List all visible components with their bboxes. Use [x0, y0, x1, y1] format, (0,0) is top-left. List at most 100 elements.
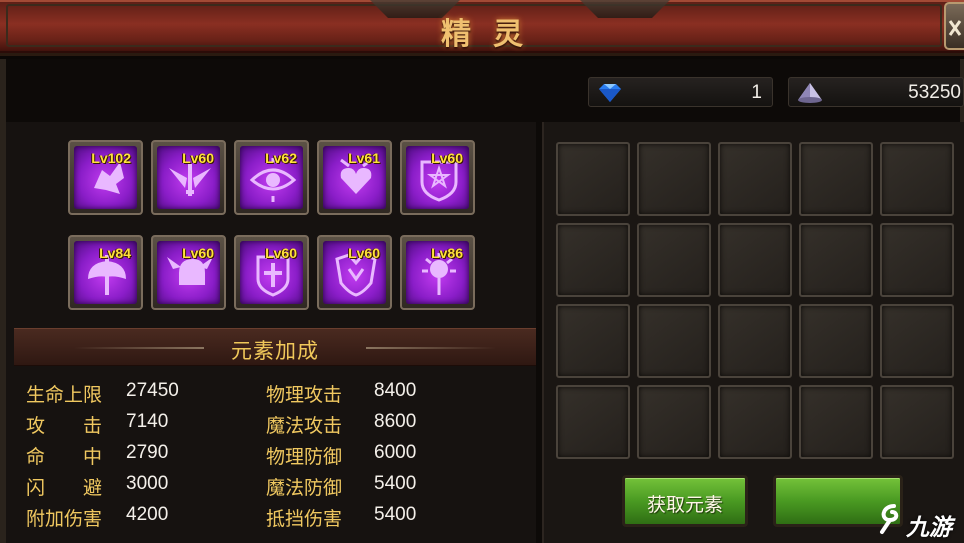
element-slot[interactable]: Lv61	[317, 140, 392, 215]
stat-row: 附加伤害 4200	[26, 504, 246, 532]
inventory-slot[interactable]	[637, 223, 711, 297]
stat-value: 8400	[374, 380, 417, 401]
stat-name: 生命上限	[26, 384, 103, 406]
diamond-icon	[599, 84, 621, 102]
stat-value: 2790	[126, 442, 169, 463]
close-button[interactable]	[944, 2, 964, 50]
element-slot-inner: Lv102	[74, 146, 137, 209]
element-level: Lv102	[91, 150, 131, 166]
silver-value: 53250	[908, 82, 961, 103]
get-elements-button[interactable]: 获取元素	[622, 475, 748, 527]
stat-name: 物理攻击	[266, 384, 343, 406]
stat-row: 生命上限 27450	[26, 380, 246, 408]
stat-row: 抵挡伤害 5400	[266, 504, 486, 532]
stat-value: 8600	[374, 411, 417, 432]
element-slot[interactable]: Lv60	[151, 140, 226, 215]
inventory-slot[interactable]	[556, 304, 630, 378]
inventory-slot[interactable]	[556, 223, 630, 297]
element-level: Lv60	[182, 150, 214, 166]
element-slot-inner: Lv60	[406, 146, 469, 209]
element-slot-inner: Lv60	[323, 241, 386, 304]
stat-row: 魔法防御 5400	[266, 473, 486, 501]
stat-value: 7140	[126, 411, 169, 432]
inventory-slot[interactable]	[637, 385, 711, 459]
close-icon	[948, 20, 962, 36]
element-slot[interactable]: Lv84	[68, 235, 143, 310]
stat-name: 抵挡伤害	[266, 508, 343, 530]
element-slot[interactable]: Lv62	[234, 140, 309, 215]
inventory-slot[interactable]	[637, 304, 711, 378]
stat-name: 闪 避	[26, 477, 103, 499]
element-slot-inner: Lv60	[157, 241, 220, 304]
stat-value: 3000	[126, 473, 169, 494]
inventory-slot[interactable]	[880, 304, 954, 378]
stat-name: 附加伤害	[26, 508, 103, 530]
jiuyou-logo-icon	[880, 504, 899, 534]
stat-value: 4200	[126, 504, 169, 525]
element-grid: Lv102 Lv60 Lv62 Lv61 Lv60 Lv84 Lv60 Lv60 Lv60 Lv8…	[68, 140, 488, 310]
inventory-slot[interactable]	[799, 142, 873, 216]
bonus-title: 元素加成	[231, 339, 319, 363]
element-level: Lv62	[265, 150, 297, 166]
page-title: 精灵	[441, 17, 545, 52]
element-slot-inner: Lv84	[74, 241, 137, 304]
element-slot[interactable]: Lv86	[400, 235, 475, 310]
element-slot[interactable]: Lv60	[400, 140, 475, 215]
inventory-slot[interactable]	[718, 385, 792, 459]
inventory-slot[interactable]	[556, 142, 630, 216]
gem-counter: 1	[588, 77, 773, 107]
stat-row: 魔法攻击 8600	[266, 411, 486, 439]
inventory-slot[interactable]	[718, 142, 792, 216]
element-level: Lv86	[431, 245, 463, 261]
element-slot-inner: Lv61	[323, 146, 386, 209]
silver-counter: 53250	[788, 77, 964, 107]
element-panel: Lv102 Lv60 Lv62 Lv61 Lv60 Lv84 Lv60 Lv60 Lv60 Lv8…	[6, 122, 536, 543]
title-bar: 精灵	[0, 0, 964, 56]
element-slot-inner: Lv62	[240, 146, 303, 209]
element-level: Lv84	[99, 245, 131, 261]
inventory-slot[interactable]	[556, 385, 630, 459]
inventory-grid	[556, 142, 954, 459]
inventory-slot[interactable]	[799, 385, 873, 459]
stat-row: 闪 避 3000	[26, 473, 246, 501]
element-level: Lv60	[431, 150, 463, 166]
element-level: Lv61	[348, 150, 380, 166]
watermark-text: 九游	[906, 515, 952, 541]
element-level: Lv60	[348, 245, 380, 261]
stat-row: 物理攻击 8400	[266, 380, 486, 408]
watermark: 九游	[874, 500, 964, 541]
inventory-slot[interactable]	[799, 304, 873, 378]
inventory-slot[interactable]	[880, 223, 954, 297]
stat-row: 攻 击 7140	[26, 411, 246, 439]
stat-name: 物理防御	[266, 446, 343, 468]
stat-name: 魔法攻击	[266, 415, 343, 437]
element-level: Lv60	[265, 245, 297, 261]
element-slot-inner: Lv60	[240, 241, 303, 304]
inventory-slot[interactable]	[880, 385, 954, 459]
stat-value: 5400	[374, 504, 417, 525]
stat-value: 27450	[126, 380, 179, 401]
stat-name: 魔法防御	[266, 477, 343, 499]
gem-value: 1	[751, 82, 762, 103]
stat-row: 物理防御 6000	[266, 442, 486, 470]
stat-value: 6000	[374, 442, 417, 463]
element-slot-inner: Lv60	[157, 146, 220, 209]
stat-name: 命 中	[26, 446, 103, 468]
stat-row: 命 中 2790	[26, 442, 246, 470]
get-elements-label: 获取元素	[646, 494, 723, 516]
element-slot[interactable]: Lv60	[234, 235, 309, 310]
element-slot[interactable]: Lv102	[68, 140, 143, 215]
silver-crystal-icon	[798, 83, 822, 103]
inventory-slot[interactable]	[880, 142, 954, 216]
element-level: Lv60	[182, 245, 214, 261]
inventory-slot[interactable]	[799, 223, 873, 297]
inventory-slot[interactable]	[718, 223, 792, 297]
element-slot[interactable]: Lv60	[317, 235, 392, 310]
stat-value: 5400	[374, 473, 417, 494]
stat-name: 攻 击	[26, 415, 103, 437]
inventory-slot[interactable]	[637, 142, 711, 216]
element-slot[interactable]: Lv60	[151, 235, 226, 310]
bonus-header: 元素加成	[14, 328, 536, 366]
inventory-slot[interactable]	[718, 304, 792, 378]
element-slot-inner: Lv86	[406, 241, 469, 304]
